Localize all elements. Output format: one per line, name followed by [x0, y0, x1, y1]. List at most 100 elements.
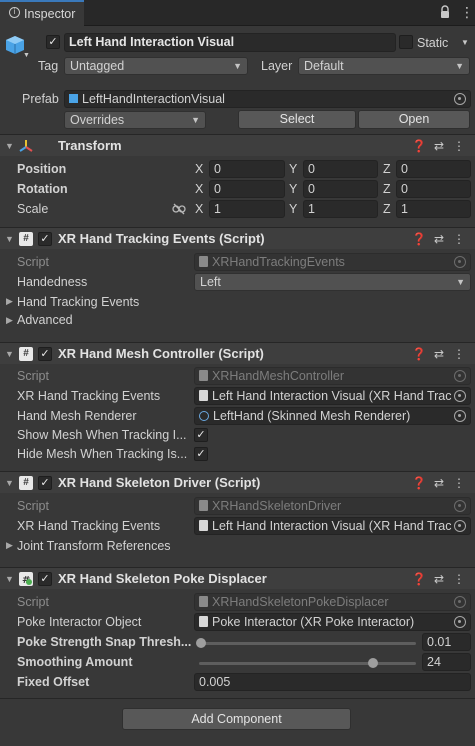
tracking-events-label: XR Hand Tracking Events — [17, 519, 161, 533]
hand-tracking-events-foldout[interactable]: Hand Tracking Events — [17, 293, 139, 311]
tracking-events-value: Left Hand Interaction Visual (XR Hand Tr… — [212, 519, 452, 533]
presets-icon[interactable]: ⇄ — [429, 137, 449, 155]
chevron-down-icon[interactable]: ▼ — [23, 52, 30, 59]
tracking-events-field[interactable]: Left Hand Interaction Visual (XR Hand Tr… — [194, 517, 471, 535]
open-button[interactable]: Open — [358, 110, 470, 129]
tracking-events-field[interactable]: Left Hand Interaction Visual (XR Hand Tr… — [194, 387, 471, 405]
presets-icon[interactable]: ⇄ — [429, 230, 449, 248]
poke-snap-slider-track[interactable] — [199, 642, 416, 645]
rotation-x-field[interactable]: 0 — [209, 180, 285, 198]
axis-z-label[interactable]: Z — [383, 200, 391, 218]
object-picker-icon[interactable] — [454, 410, 466, 422]
advanced-foldout[interactable]: Advanced — [17, 311, 73, 329]
kebab-menu-icon[interactable]: ⋮ — [449, 474, 469, 492]
axis-z-label[interactable]: Z — [383, 160, 391, 178]
script-file-icon — [199, 520, 208, 531]
axis-y-label[interactable]: Y — [289, 160, 297, 178]
poke-snap-field[interactable]: 0.01 — [422, 633, 471, 651]
tracking-events-header[interactable]: ▼ # ✓ XR Hand Tracking Events (Script) ❓… — [0, 227, 475, 249]
inspector-tab[interactable]: i Inspector — [0, 0, 84, 26]
scale-y-field[interactable]: 1 — [303, 200, 378, 218]
component-enabled-checkbox[interactable]: ✓ — [38, 572, 52, 586]
select-button[interactable]: Select — [238, 110, 356, 129]
scale-z-field[interactable]: 1 — [396, 200, 471, 218]
active-checkbox[interactable]: ✓ — [46, 35, 60, 49]
position-z-field[interactable]: 0 — [396, 160, 471, 178]
foldout-arrow-icon[interactable]: ▼ — [5, 137, 14, 155]
smoothing-slider-thumb[interactable] — [367, 658, 378, 668]
gameobject-name-input[interactable]: Left Hand Interaction Visual — [64, 33, 396, 52]
position-y-field[interactable]: 0 — [303, 160, 378, 178]
tag-dropdown[interactable]: Untagged ▼ — [64, 57, 248, 75]
static-checkbox[interactable] — [399, 35, 413, 49]
fixed-offset-field[interactable]: 0.005 — [194, 673, 471, 691]
object-picker-icon — [454, 256, 466, 268]
component-header-icons: ❓ ⇄ ⋮ — [409, 570, 469, 588]
lock-icon[interactable] — [440, 5, 450, 19]
foldout-arrow-icon[interactable]: ▶ — [6, 292, 13, 310]
smoothing-field[interactable]: 24 — [422, 653, 471, 671]
component-enabled-checkbox[interactable]: ✓ — [38, 232, 52, 246]
handedness-dropdown[interactable]: Left ▼ — [194, 273, 471, 291]
presets-icon[interactable]: ⇄ — [429, 345, 449, 363]
static-dropdown-arrow[interactable]: ▼ — [461, 38, 469, 47]
skeleton-driver-header[interactable]: ▼ # ✓ XR Hand Skeleton Driver (Script) ❓… — [0, 471, 475, 493]
help-icon[interactable]: ❓ — [409, 474, 429, 492]
static-label: Static — [417, 36, 449, 50]
foldout-arrow-icon[interactable]: ▼ — [5, 570, 14, 588]
kebab-menu-icon[interactable]: ⋮ — [460, 3, 474, 21]
foldout-arrow-icon[interactable]: ▼ — [5, 345, 14, 363]
hide-mesh-checkbox[interactable]: ✓ — [194, 447, 208, 461]
joint-transform-references-foldout[interactable]: Joint Transform References — [17, 537, 171, 555]
foldout-arrow-icon[interactable]: ▶ — [6, 311, 13, 329]
presets-icon[interactable]: ⇄ — [429, 474, 449, 492]
axis-x-label[interactable]: X — [195, 200, 203, 218]
axis-z-label[interactable]: Z — [383, 180, 391, 198]
object-picker-icon[interactable] — [454, 616, 466, 628]
poke-script-icon: # — [19, 572, 33, 586]
handedness-value: Left — [200, 275, 221, 289]
prefab-field[interactable]: LeftHandInteractionVisual — [64, 90, 471, 108]
help-icon[interactable]: ❓ — [409, 137, 429, 155]
foldout-arrow-icon[interactable]: ▼ — [5, 474, 14, 492]
foldout-arrow-icon[interactable]: ▼ — [5, 230, 14, 248]
rotation-z-field[interactable]: 0 — [396, 180, 471, 198]
smoothing-slider-track[interactable] — [199, 662, 416, 665]
poke-displacer-header[interactable]: ▼ # ✓ XR Hand Skeleton Poke Displacer ❓ ⇄… — [0, 567, 475, 589]
axis-y-label[interactable]: Y — [289, 180, 297, 198]
overrides-dropdown[interactable]: Overrides ▼ — [64, 111, 206, 129]
component-enabled-checkbox[interactable]: ✓ — [38, 347, 52, 361]
object-picker-icon[interactable] — [454, 520, 466, 532]
help-icon[interactable]: ❓ — [409, 230, 429, 248]
show-mesh-checkbox[interactable]: ✓ — [194, 428, 208, 442]
kebab-menu-icon[interactable]: ⋮ — [449, 230, 469, 248]
presets-icon[interactable]: ⇄ — [429, 570, 449, 588]
help-icon[interactable]: ❓ — [409, 345, 429, 363]
kebab-menu-icon[interactable]: ⋮ — [449, 137, 469, 155]
add-component-button[interactable]: Add Component — [122, 708, 351, 730]
mesh-controller-header[interactable]: ▼ # ✓ XR Hand Mesh Controller (Script) ❓… — [0, 342, 475, 364]
rotation-y-field[interactable]: 0 — [303, 180, 378, 198]
object-picker-icon[interactable] — [454, 390, 466, 402]
axis-x-label[interactable]: X — [195, 160, 203, 178]
script-value: XRHandSkeletonDriver — [212, 499, 342, 513]
kebab-menu-icon[interactable]: ⋮ — [449, 345, 469, 363]
object-picker-icon[interactable] — [454, 93, 466, 105]
link-off-icon[interactable] — [172, 203, 186, 215]
kebab-menu-icon[interactable]: ⋮ — [449, 570, 469, 588]
foldout-arrow-icon[interactable]: ▶ — [6, 536, 13, 554]
poke-snap-slider-thumb[interactable] — [196, 638, 207, 648]
help-icon[interactable]: ❓ — [409, 570, 429, 588]
component-enabled-checkbox[interactable]: ✓ — [38, 476, 52, 490]
scale-x-field[interactable]: 1 — [209, 200, 285, 218]
hand-mesh-renderer-field[interactable]: LeftHand (Skinned Mesh Renderer) — [194, 407, 471, 425]
axis-y-label[interactable]: Y — [289, 200, 297, 218]
layer-dropdown[interactable]: Default ▼ — [298, 57, 470, 75]
position-x-field[interactable]: 0 — [209, 160, 285, 178]
poke-interactor-field[interactable]: Poke Interactor (XR Poke Interactor) — [194, 613, 471, 631]
script-label: Script — [17, 499, 49, 513]
axis-x-label[interactable]: X — [195, 180, 203, 198]
transform-header[interactable]: ▼ Transform ❓ ⇄ ⋮ — [0, 134, 475, 156]
tag-value: Untagged — [70, 59, 125, 73]
show-mesh-label: Show Mesh When Tracking I... — [17, 428, 187, 442]
